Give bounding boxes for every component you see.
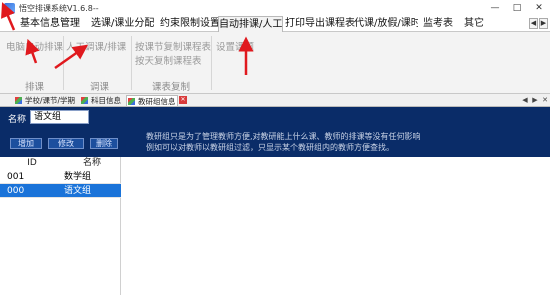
tab-label: 学校/课节/学期 — [25, 96, 76, 105]
table-row[interactable]: 001 数学组 — [0, 170, 121, 184]
description-line-1: 教研组只是为了管理教师方便,对教研能上什么课、教师的排课等没有任何影响 — [146, 132, 421, 141]
empty-content-area — [122, 157, 550, 295]
arrow-to-manual-adjust-icon — [54, 44, 89, 70]
arrow-to-auto-schedule-icon — [25, 38, 40, 64]
tab-next-icon[interactable]: ▶ — [531, 96, 539, 105]
edit-panel: 名称 语文组 教研组只是为了管理教师方便,对教研能上什么课、教师的排课等没有任何… — [0, 107, 550, 157]
tab-icon — [81, 97, 88, 104]
cell-name: 语文组 — [64, 186, 92, 196]
tab-close-icon[interactable]: ✕ — [179, 96, 187, 104]
tab-icon — [128, 98, 135, 105]
tab-icon — [15, 97, 22, 104]
name-label: 名称 — [8, 115, 27, 125]
tab-label: 教研组信息 — [138, 97, 176, 106]
cell-id: 001 — [7, 172, 25, 182]
cell-id: 000 — [7, 186, 25, 196]
tab-school-sections[interactable]: 学校/课节/学期 — [14, 95, 75, 106]
add-button[interactable]: 增加 — [10, 138, 42, 149]
cell-name: 数学组 — [64, 172, 92, 182]
column-header-id[interactable]: ID — [0, 157, 64, 170]
edit-button[interactable]: 修改 — [48, 138, 84, 149]
tab-subject-info[interactable]: 科目信息 — [80, 95, 121, 106]
tab-close-all-icon[interactable]: ✕ — [541, 96, 549, 105]
delete-button[interactable]: 删除 — [90, 138, 118, 149]
description-line-2: 例如可以对教师以教研组过滤，只显示某个教研组内的教师方便查找。 — [146, 143, 394, 152]
name-input[interactable]: 语文组 — [30, 110, 89, 124]
document-tab-strip: 学校/课节/学期 科目信息 教研组信息 ✕ ◀ ▶ ✕ — [0, 94, 550, 107]
tab-prev-icon[interactable]: ◀ — [521, 96, 529, 105]
table-row-selected[interactable]: 000 语文组 — [0, 184, 121, 198]
teaching-group-table: ID 名称 001 数学组 000 语文组 — [0, 157, 121, 295]
tab-label: 科目信息 — [91, 96, 121, 105]
column-header-name[interactable]: 名称 — [64, 157, 120, 170]
tab-teaching-group-info[interactable]: 教研组信息 — [126, 95, 178, 106]
arrow-to-menu-icon — [1, 2, 16, 31]
